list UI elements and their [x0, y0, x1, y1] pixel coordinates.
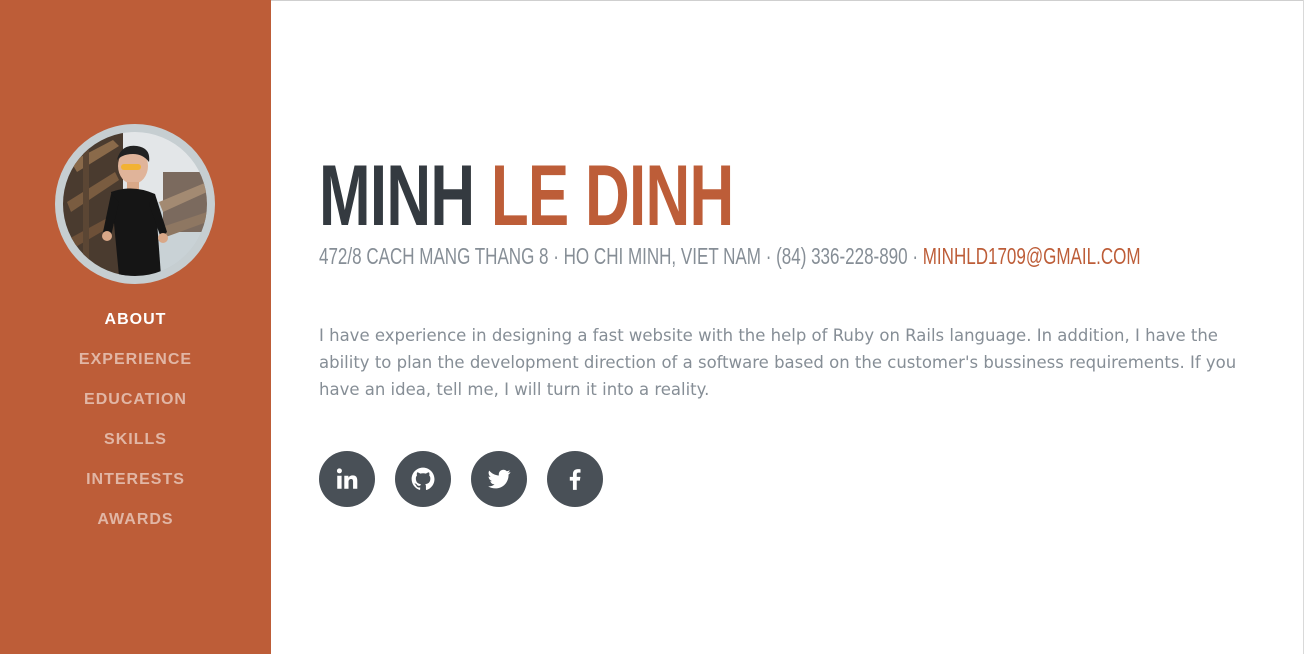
nav-item-experience: EXPERIENCE — [0, 340, 271, 380]
nav-item-education: EDUCATION — [0, 380, 271, 420]
twitter-button[interactable] — [471, 451, 527, 507]
nav-item-skills: SKILLS — [0, 420, 271, 460]
nav-link-about[interactable]: ABOUT — [105, 311, 167, 329]
facebook-icon — [569, 469, 581, 490]
social-icons — [319, 451, 603, 507]
nav-item-interests: INTERESTS — [0, 460, 271, 500]
first-name: MINH — [319, 148, 475, 244]
email-link[interactable]: MINHLD1709@GMAIL.COM — [923, 243, 1141, 269]
facebook-button[interactable] — [547, 451, 603, 507]
address-text: 472/8 CACH MANG THANG 8 · HO CHI MINH, V… — [319, 243, 919, 269]
profile-avatar — [55, 124, 215, 284]
contact-line: 472/8 CACH MANG THANG 8 · HO CHI MINH, V… — [319, 242, 1141, 270]
nav-item-about: ABOUT — [0, 300, 271, 340]
github-icon — [411, 467, 435, 490]
nav-item-awards: AWARDS — [0, 500, 271, 540]
nav-link-experience[interactable]: EXPERIENCE — [79, 351, 192, 369]
sidebar-nav: ABOUT EXPERIENCE EDUCATION SKILLS INTERE… — [0, 300, 271, 540]
nav-link-education[interactable]: EDUCATION — [84, 391, 187, 409]
nav-link-interests[interactable]: INTERESTS — [86, 471, 185, 489]
linkedin-icon — [336, 468, 358, 489]
profile-photo — [63, 132, 207, 276]
last-name: LE DINH — [490, 148, 734, 244]
bio-paragraph: I have experience in designing a fast we… — [319, 326, 1237, 399]
nav-link-awards[interactable]: AWARDS — [97, 511, 173, 529]
nav-link-skills[interactable]: SKILLS — [104, 431, 167, 449]
page-title: MINH LE DINH — [319, 146, 734, 246]
linkedin-button[interactable] — [319, 451, 375, 507]
sidebar: ABOUT EXPERIENCE EDUCATION SKILLS INTERE… — [0, 0, 271, 654]
github-button[interactable] — [395, 451, 451, 507]
twitter-icon — [488, 469, 511, 489]
